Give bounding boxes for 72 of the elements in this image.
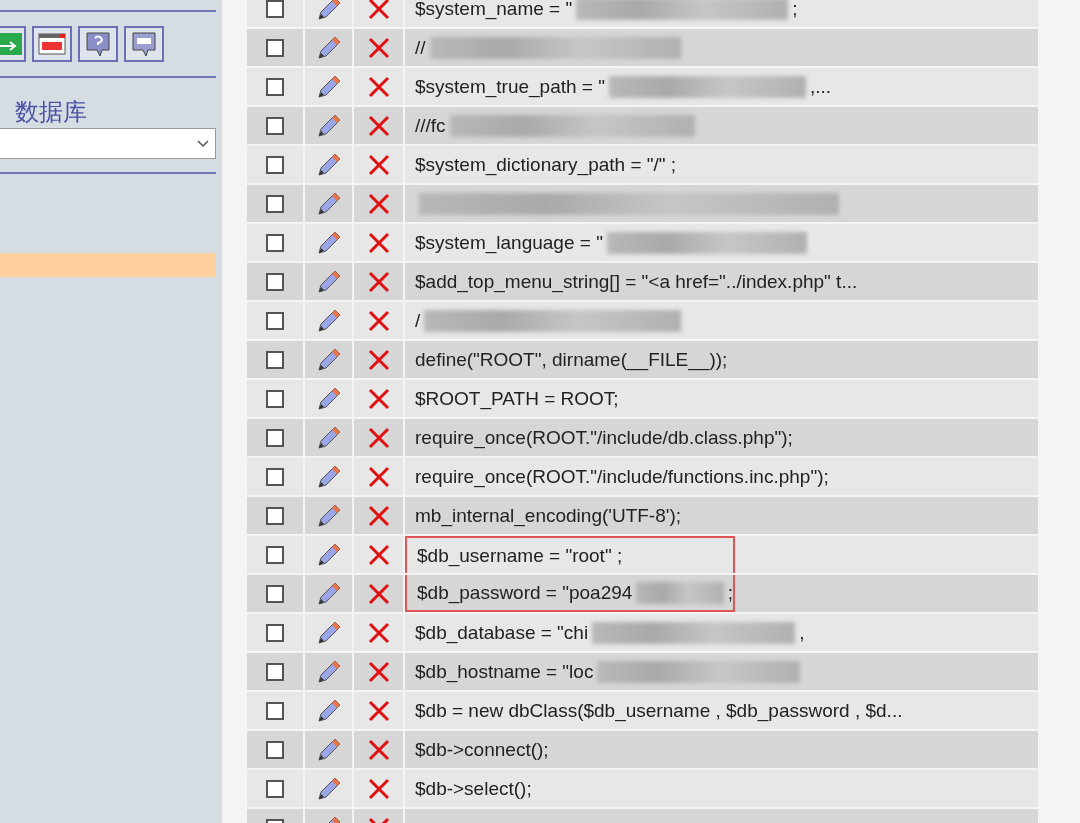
delete-icon[interactable] xyxy=(366,659,391,684)
code-line-end: ; xyxy=(792,0,798,20)
delete-icon[interactable] xyxy=(366,776,391,801)
row-checkbox[interactable] xyxy=(266,233,284,252)
row-checkbox[interactable] xyxy=(266,740,284,759)
database-label: 数据库 xyxy=(15,97,87,127)
delete-icon[interactable] xyxy=(366,230,391,255)
delete-icon[interactable] xyxy=(366,0,391,21)
delete-icon[interactable] xyxy=(366,464,391,489)
delete-icon[interactable] xyxy=(366,269,391,294)
code-line: $db_username = "root" ; xyxy=(417,544,623,567)
delete-icon[interactable] xyxy=(366,698,391,723)
delete-icon[interactable] xyxy=(366,737,391,762)
code-line: $system_dictionary_path = "/" ; xyxy=(415,153,677,176)
row-checkbox[interactable] xyxy=(266,194,284,213)
code-line: $system_true_path = " xyxy=(415,75,605,98)
code-line: mb_internal_encoding('UTF-8'); xyxy=(415,504,681,527)
delete-icon[interactable] xyxy=(366,542,391,567)
database-select[interactable] xyxy=(0,128,216,159)
row-checkbox[interactable] xyxy=(266,155,284,174)
code-line: $db_database = "chi xyxy=(415,621,589,644)
sql-bubble-icon[interactable] xyxy=(124,26,164,62)
row-checkbox[interactable] xyxy=(266,389,284,408)
delete-icon[interactable] xyxy=(366,152,391,177)
code-line-end: ; xyxy=(727,581,733,604)
row-checkbox[interactable] xyxy=(266,779,284,798)
delete-icon[interactable] xyxy=(366,503,391,528)
row-checkbox[interactable] xyxy=(266,77,284,96)
row-checkbox[interactable] xyxy=(266,584,284,603)
code-line: $add_top_menu_string[] = "<a href="../index.php" t... xyxy=(415,270,858,293)
code-line: $db = new dbClass($db_username , $db_password , $d... xyxy=(415,699,903,722)
delete-icon[interactable] xyxy=(366,308,391,333)
chevron-down-icon xyxy=(197,139,209,148)
delete-icon[interactable] xyxy=(366,35,391,60)
delete-icon[interactable] xyxy=(366,191,391,216)
code-line: $db->select(); xyxy=(415,777,532,800)
row-checkbox[interactable] xyxy=(266,506,284,525)
row-checkbox[interactable] xyxy=(266,623,284,642)
delete-icon[interactable] xyxy=(366,74,391,99)
help-icon[interactable] xyxy=(78,26,118,62)
row-checkbox[interactable] xyxy=(266,311,284,330)
row-checkbox[interactable] xyxy=(266,662,284,681)
code-line: / xyxy=(415,309,421,332)
row-checkbox[interactable] xyxy=(266,38,284,57)
delete-icon[interactable] xyxy=(366,425,391,450)
row-checkbox[interactable] xyxy=(266,116,284,135)
row-checkbox[interactable] xyxy=(266,545,284,564)
code-line: define("ROOT", dirname(__FILE__)); xyxy=(415,348,728,371)
code-line: $db_hostname = "loc xyxy=(415,660,594,683)
delete-icon[interactable] xyxy=(366,347,391,372)
row-checkbox[interactable] xyxy=(266,467,284,486)
row-checkbox[interactable] xyxy=(266,701,284,720)
code-line: require_once(ROOT."/include/db.class.php"); xyxy=(415,426,793,449)
code-line-end: ,... xyxy=(810,75,832,98)
code-line: $db_password = "poa294 xyxy=(417,581,633,604)
row-checkbox[interactable] xyxy=(266,350,284,369)
code-line: require_once(ROOT."/include/functions.inc.php"); xyxy=(415,465,829,488)
sql-window-icon[interactable] xyxy=(32,26,72,62)
delete-icon[interactable] xyxy=(366,386,391,411)
delete-icon[interactable] xyxy=(366,113,391,138)
code-line: // xyxy=(415,36,426,59)
code-line: $ROOT_PATH = ROOT; xyxy=(415,387,619,410)
code-line: $system_language = " xyxy=(415,231,603,254)
delete-icon[interactable] xyxy=(366,620,391,645)
row-checkbox[interactable] xyxy=(266,428,284,447)
code-line: $db->connect(); xyxy=(415,738,549,761)
row-checkbox[interactable] xyxy=(266,0,284,18)
code-line: ///fc xyxy=(415,114,446,137)
delete-icon[interactable] xyxy=(366,581,391,606)
code-line-end: , xyxy=(799,621,805,644)
row-checkbox[interactable] xyxy=(266,272,284,291)
code-line: $system_name = " xyxy=(415,0,573,20)
